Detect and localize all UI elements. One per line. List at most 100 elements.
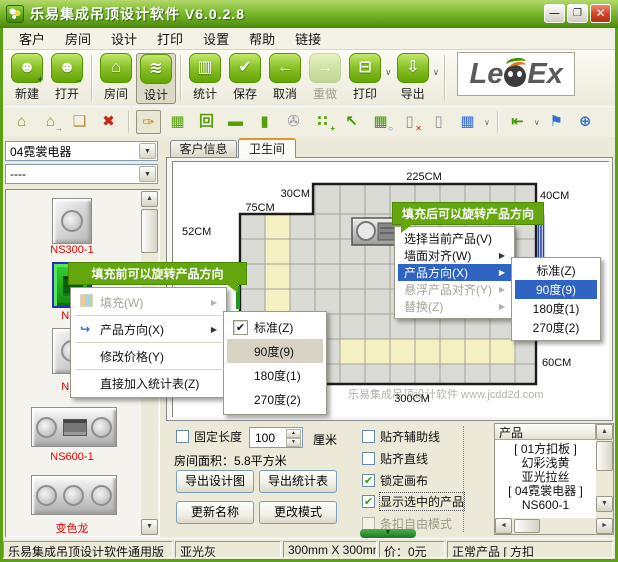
- export-design-button[interactable]: 导出设计图: [176, 470, 254, 493]
- menu-room[interactable]: 房间: [55, 27, 101, 50]
- delete-page-icon[interactable]: ▯✕: [397, 110, 422, 134]
- canvas-hscroll-thumb[interactable]: ▼: [360, 529, 416, 538]
- checkbox-icon[interactable]: [362, 452, 375, 465]
- submenu-item-270[interactable]: 270度(2): [227, 387, 323, 411]
- minimize-button[interactable]: —: [544, 4, 565, 23]
- scroll-left-icon[interactable]: ◄: [495, 518, 512, 534]
- palette-grid-icon[interactable]: ▦: [455, 110, 480, 134]
- spin-up-icon[interactable]: ▲: [286, 429, 301, 438]
- show-selected-checkbox[interactable]: ✔ 显示选中的产品: [362, 493, 464, 510]
- border-cell-icon[interactable]: 回: [194, 110, 219, 134]
- undo-button[interactable]: ← 取消: [265, 53, 305, 102]
- checkbox-icon[interactable]: [176, 430, 189, 443]
- submenu-item-90[interactable]: 90度(9): [515, 280, 597, 299]
- combo-arrow-icon[interactable]: ▼: [139, 166, 156, 182]
- product-thumb-ns600-1[interactable]: [31, 407, 117, 447]
- list-vscrollbar[interactable]: ▲ ▼ ►: [596, 424, 613, 534]
- checkbox-checked-icon[interactable]: ✔: [362, 474, 375, 487]
- export-stats-button[interactable]: 导出统计表: [259, 470, 337, 493]
- product-thumb-chameleon[interactable]: [31, 475, 117, 515]
- menu-links[interactable]: 链接: [285, 27, 331, 50]
- add-points-icon[interactable]: ∷+: [310, 110, 335, 134]
- paint-bucket-icon[interactable]: ✇: [281, 110, 306, 134]
- home-icon[interactable]: ⌂: [9, 110, 34, 134]
- open-button[interactable]: ☻→ 打开: [47, 53, 87, 102]
- submenu-item-180[interactable]: 180度(1): [515, 299, 597, 318]
- home-export-icon[interactable]: ⌂→: [38, 110, 63, 134]
- list-item[interactable]: 幻彩浅黄: [495, 456, 596, 470]
- list-item[interactable]: 亚光拉丝: [495, 470, 596, 484]
- checkbox-icon[interactable]: [362, 430, 375, 443]
- menu-item-edit-price[interactable]: 修改价格(Y): [74, 345, 223, 367]
- menu-item-wall-align[interactable]: 墙面对齐(W) ▶: [398, 247, 511, 264]
- new-button[interactable]: ☻+ 新建: [7, 53, 47, 102]
- list-item[interactable]: [ 04霓裳电器 ]: [495, 484, 596, 498]
- snap-guides-checkbox[interactable]: 贴齐辅助线: [362, 428, 440, 445]
- update-name-button[interactable]: 更新名称: [176, 501, 254, 524]
- product-thumb-ns300-1[interactable]: [52, 198, 92, 244]
- brush-icon[interactable]: ✑: [136, 110, 161, 134]
- scrollbar-thumb[interactable]: [141, 209, 158, 253]
- back-dropdown-caret-icon[interactable]: ∨: [534, 118, 540, 127]
- tab-customer-info[interactable]: 客户信息: [170, 140, 237, 158]
- fill-cells-icon[interactable]: ▦: [165, 110, 190, 134]
- menu-item-product-direction[interactable]: ↪ 产品方向(X) ▶: [74, 318, 223, 340]
- menu-item-product-direction[interactable]: 产品方向(X) ▶: [398, 264, 511, 281]
- scrollbar-thumb[interactable]: [596, 441, 613, 471]
- submenu-item-180[interactable]: 180度(1): [227, 363, 323, 387]
- combo-arrow-icon[interactable]: ▼: [139, 143, 156, 159]
- submenu-item-270[interactable]: 270度(2): [515, 318, 597, 337]
- stop-icon[interactable]: ✖: [96, 110, 121, 134]
- close-button[interactable]: ✕: [590, 4, 611, 23]
- menu-settings[interactable]: 设置: [193, 27, 239, 50]
- maximize-button[interactable]: ❐: [567, 4, 588, 23]
- design-button[interactable]: ≋ 设计: [136, 53, 176, 104]
- menu-help[interactable]: 帮助: [239, 27, 285, 50]
- snap-lines-checkbox[interactable]: 贴齐直线: [362, 450, 428, 467]
- new-page-icon[interactable]: ▯: [426, 110, 451, 134]
- panel-splitter[interactable]: [463, 426, 464, 532]
- change-mode-button[interactable]: 更改模式: [259, 501, 337, 524]
- fixed-length-checkbox[interactable]: 固定长度: [176, 428, 242, 445]
- statistics-button[interactable]: ▥ 统计: [185, 53, 225, 102]
- checkbox-checked-icon[interactable]: ✔: [362, 495, 375, 508]
- save-button[interactable]: ✔ 保存: [225, 53, 265, 102]
- lock-canvas-checkbox[interactable]: ✔ 锁定画布: [362, 472, 428, 489]
- vertical-line-icon[interactable]: ▮: [252, 110, 277, 134]
- category-combo[interactable]: 04霓裳电器 ▼: [5, 141, 158, 161]
- product-list-header[interactable]: 产品: [495, 424, 596, 440]
- scroll-right-icon[interactable]: ►: [596, 518, 613, 534]
- scroll-up-icon[interactable]: ▲: [141, 191, 158, 207]
- menu-item-add-to-stats[interactable]: 直接加入统计表(Z): [74, 372, 223, 394]
- submenu-item-standard[interactable]: 标准(Z): [515, 261, 597, 280]
- tab-bathroom[interactable]: 卫生间: [238, 138, 296, 158]
- submenu-item-90[interactable]: 90度(9): [227, 339, 323, 363]
- menu-customer[interactable]: 客户: [9, 27, 55, 50]
- menu-print[interactable]: 打印: [147, 27, 193, 50]
- room-button[interactable]: ⌂ 房间: [96, 53, 136, 102]
- flag-icon[interactable]: ⚑: [544, 110, 569, 134]
- export-button[interactable]: ⇩ 导出: [393, 53, 433, 102]
- export-dropdown-caret-icon[interactable]: ∨: [433, 67, 440, 78]
- menu-item-select-current[interactable]: 选择当前产品(V): [398, 230, 511, 247]
- palette-dropdown-caret-icon[interactable]: ∨: [484, 118, 490, 127]
- scroll-up-icon[interactable]: ▲: [596, 424, 613, 440]
- scroll-down-icon[interactable]: ▼: [596, 496, 613, 512]
- submenu-item-standard[interactable]: ✔ 标准(Z): [227, 315, 323, 339]
- scroll-down-icon[interactable]: ▼: [141, 519, 158, 535]
- subcategory-combo[interactable]: ---- ▼: [5, 164, 158, 184]
- scrollbar-thumb[interactable]: [514, 519, 540, 533]
- length-spinner[interactable]: 100 ▲ ▼: [249, 427, 303, 448]
- list-item[interactable]: NS600-1: [495, 498, 596, 512]
- select-arrow-icon[interactable]: ↖: [339, 110, 364, 134]
- zoom-in-icon[interactable]: ⊕: [573, 110, 598, 134]
- back-arrow-icon[interactable]: ⇤: [505, 110, 530, 134]
- paste-icon[interactable]: ❏: [67, 110, 92, 134]
- menu-design[interactable]: 设计: [101, 27, 147, 50]
- horizontal-line-icon[interactable]: ▬: [223, 110, 248, 134]
- list-item[interactable]: [ 01方扣板 ]: [495, 442, 596, 456]
- print-button[interactable]: ⊟ 打印: [345, 53, 385, 102]
- table-search-icon[interactable]: ▦○: [368, 110, 393, 134]
- print-dropdown-caret-icon[interactable]: ∨: [385, 67, 392, 78]
- list-hscrollbar[interactable]: ◄: [495, 518, 596, 534]
